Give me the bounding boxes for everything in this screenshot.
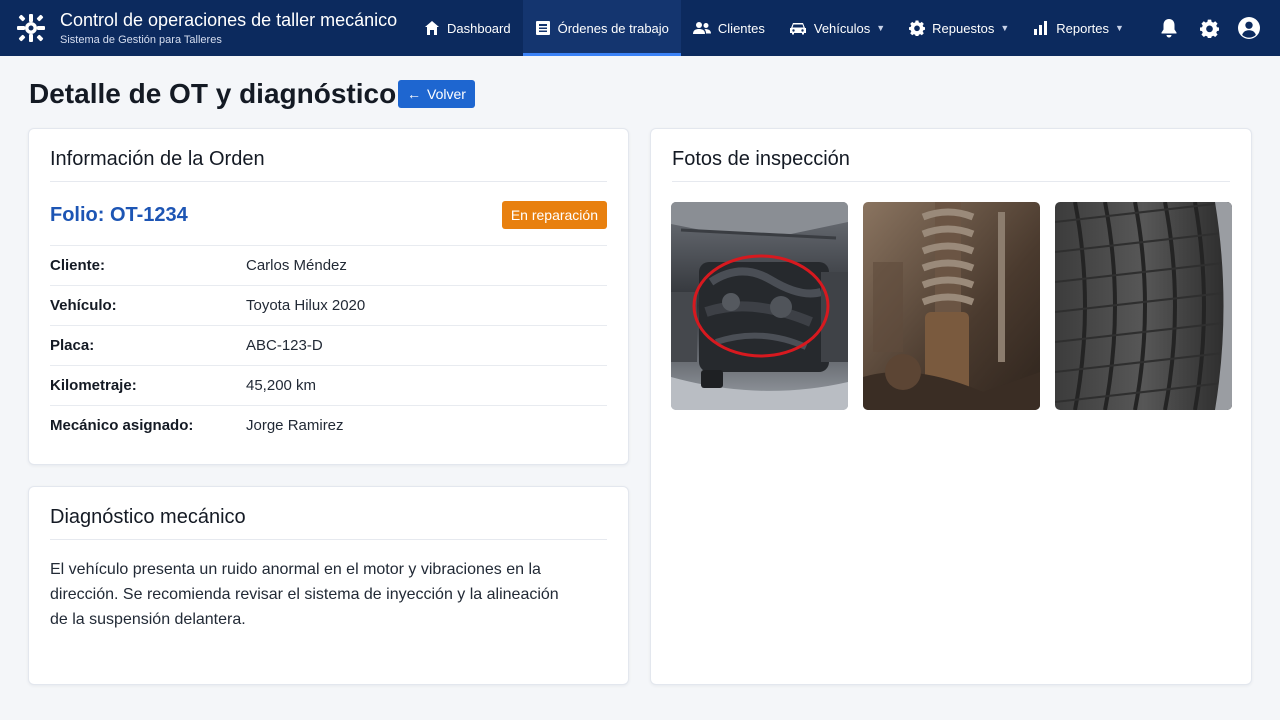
- users-icon: [692, 22, 711, 34]
- top-actions: [1158, 0, 1260, 56]
- field-label: Cliente:: [50, 257, 106, 274]
- divider: [50, 181, 607, 182]
- back-button-label: Volver: [427, 86, 466, 102]
- nav-label: Clientes: [717, 20, 765, 36]
- order-info-title: Información de la Orden: [50, 148, 265, 170]
- field-row-placa: Placa: ABC-123-D: [50, 325, 607, 365]
- field-value: 45,200 km: [246, 377, 317, 394]
- app-title: Control de operaciones de taller mecánic…: [60, 10, 398, 30]
- settings-button[interactable]: [1198, 17, 1220, 39]
- list-icon: [535, 21, 550, 35]
- diagnosis-title: Diagnóstico mecánico: [50, 506, 246, 528]
- suspension-photo[interactable]: [863, 202, 1040, 410]
- order-info-card: Información de la Orden Folio: OT-1234 E…: [28, 128, 629, 465]
- field-row-vehiculo: Vehículo: Toyota Hilux 2020: [50, 285, 607, 325]
- photo-gallery: [671, 202, 1232, 410]
- user-menu-button[interactable]: [1238, 17, 1260, 39]
- nav-label: Vehículos: [813, 20, 871, 36]
- settings-icon: [1199, 19, 1219, 38]
- field-value: Toyota Hilux 2020: [246, 297, 366, 314]
- engine-photo[interactable]: [671, 202, 848, 410]
- diagnosis-text: El vehículo presenta un ruido anormal en…: [50, 561, 559, 628]
- workshop-logo-icon: [17, 14, 45, 42]
- field-value: Carlos Méndez: [246, 257, 347, 274]
- car-icon: [789, 23, 806, 35]
- chevron-down-icon: ▼: [1115, 23, 1124, 33]
- photos-title: Fotos de inspección: [672, 148, 850, 170]
- brand[interactable]: Control de operaciones de taller mecánic…: [16, 0, 397, 56]
- nav-dashboard[interactable]: Dashboard: [412, 0, 523, 56]
- user-avatar-icon: [1238, 17, 1260, 39]
- gear-icon: [909, 20, 926, 36]
- order-folio: Folio: OT-1234: [50, 204, 188, 226]
- chevron-down-icon: ▼: [876, 23, 886, 33]
- app-subtitle: Sistema de Gestión para Talleres: [60, 34, 222, 46]
- field-label: Placa:: [50, 337, 95, 354]
- divider: [672, 181, 1230, 182]
- notifications-button[interactable]: [1158, 17, 1180, 39]
- status-badge: En reparación: [501, 201, 607, 229]
- main-nav: Dashboard Órdenes de trabajo Clientes Ve…: [412, 0, 1136, 56]
- page-title: Detalle de OT y diagnóstico: [29, 78, 397, 109]
- brand-text: Control de operaciones de taller mecánic…: [60, 9, 397, 47]
- nav-label: Reportes: [1056, 20, 1109, 36]
- nav-label: Dashboard: [447, 20, 511, 36]
- inspection-photos-card: Fotos de inspección: [650, 128, 1252, 685]
- diagnosis-card: Diagnóstico mecánico El vehículo present…: [28, 486, 629, 685]
- arrow-left-icon: ←: [407, 86, 422, 102]
- nav-label: Órdenes de trabajo: [557, 20, 669, 36]
- divider: [50, 539, 607, 540]
- field-value: Jorge Ramirez: [246, 417, 344, 434]
- nav-reportes[interactable]: Reportes ▼: [1021, 0, 1136, 56]
- field-row-mecanico: Mecánico asignado: Jorge Ramirez: [50, 405, 607, 445]
- nav-ordenes-de-trabajo[interactable]: Órdenes de trabajo: [522, 0, 682, 56]
- chevron-down-icon: ▼: [1000, 23, 1010, 33]
- field-label: Kilometraje:: [50, 377, 137, 394]
- nav-label: Repuestos: [932, 20, 995, 36]
- nav-vehiculos[interactable]: Vehículos ▼: [777, 0, 897, 56]
- nav-clientes[interactable]: Clientes: [681, 0, 777, 56]
- field-value: ABC-123-D: [246, 337, 323, 354]
- field-label: Vehículo:: [50, 297, 117, 314]
- back-button[interactable]: ← Volver: [398, 80, 475, 108]
- home-icon: [425, 21, 439, 35]
- field-row-kilometraje: Kilometraje: 45,200 km: [50, 365, 607, 405]
- nav-repuestos[interactable]: Repuestos ▼: [897, 0, 1021, 56]
- top-navbar: Control de operaciones de taller mecánic…: [0, 0, 1280, 56]
- field-row-cliente: Cliente: Carlos Méndez: [50, 245, 607, 285]
- order-fields: Cliente: Carlos Méndez Vehículo: Toyota …: [50, 245, 607, 445]
- field-label: Mecánico asignado:: [50, 417, 194, 434]
- bell-icon: [1161, 19, 1177, 38]
- tire-photo[interactable]: [1055, 202, 1232, 410]
- bar-chart-icon: [1034, 21, 1048, 35]
